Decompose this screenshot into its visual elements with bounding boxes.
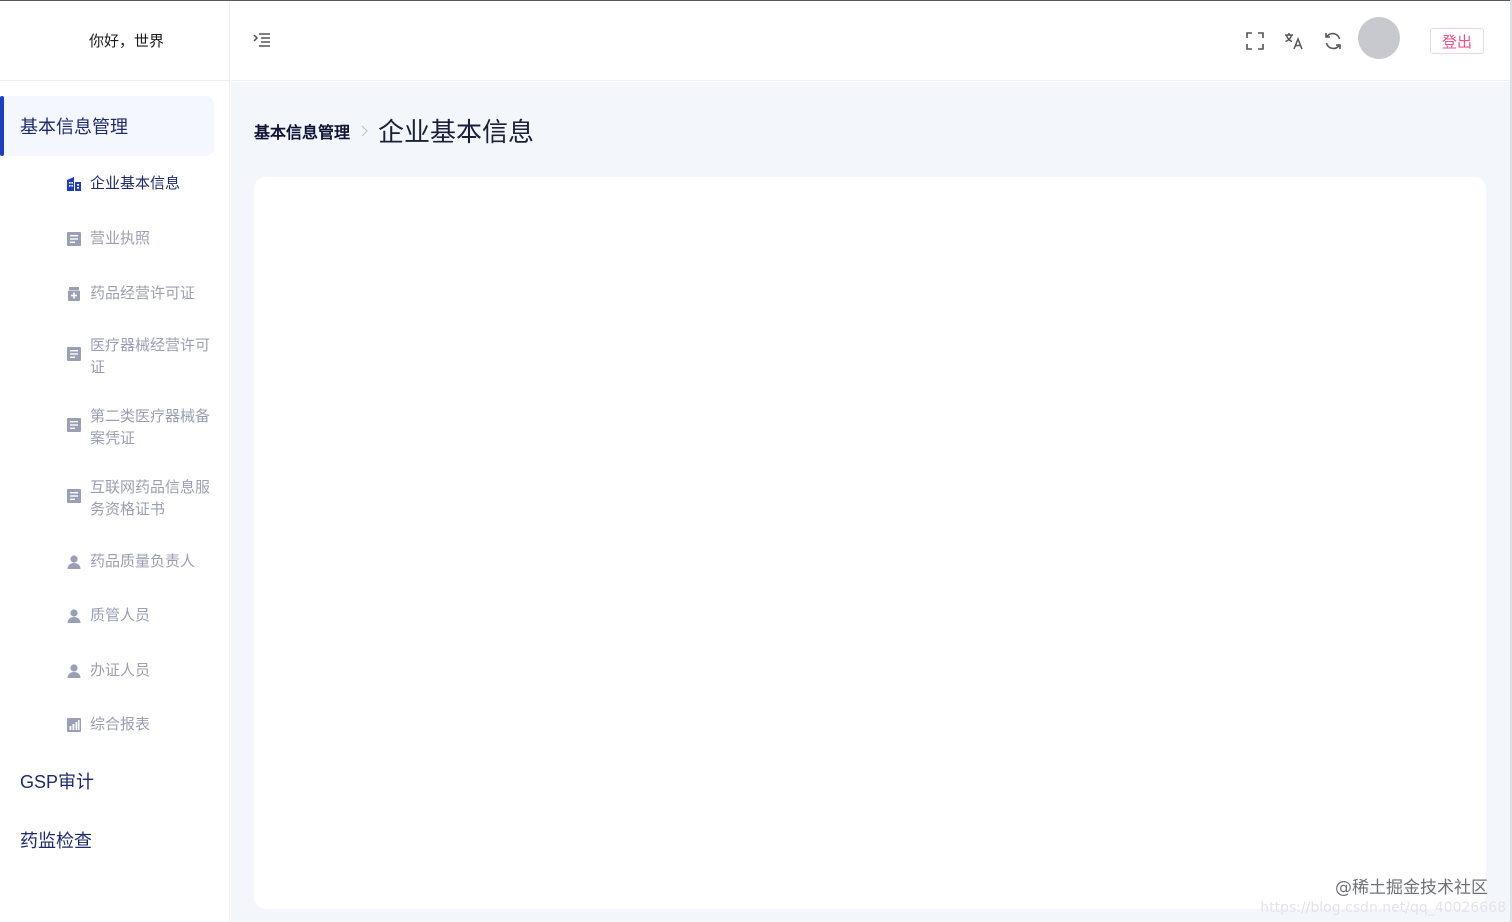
submenu-item-internet-cert[interactable]: 互联网药品信息服务资格证书 xyxy=(66,477,211,521)
user-icon xyxy=(67,555,81,569)
breadcrumb-parent[interactable]: 基本信息管理 xyxy=(254,119,350,143)
logout-button[interactable]: 登出 xyxy=(1430,28,1484,54)
submenu-label: 办证人员 xyxy=(90,662,151,679)
submenu-label: 第二类医疗器械备案凭证 xyxy=(90,408,211,447)
menu-fold-icon[interactable] xyxy=(251,29,273,51)
refresh-icon[interactable] xyxy=(1323,31,1343,51)
submenu-label: 质管人员 xyxy=(90,607,151,624)
document-icon xyxy=(67,489,81,503)
submenu-item-report[interactable]: 综合报表 xyxy=(66,714,211,736)
menu-group-drug-inspection[interactable]: 药监检查 xyxy=(0,825,92,855)
submenu-item-device-filing[interactable]: 第二类医疗器械备案凭证 xyxy=(66,406,211,450)
building-icon xyxy=(67,177,81,191)
chevron-right-icon xyxy=(361,125,368,136)
submenu-item-drug-license[interactable]: 药品经营许可证 xyxy=(66,283,211,305)
submenu-item-business-license[interactable]: 营业执照 xyxy=(66,228,211,250)
document-icon xyxy=(67,418,81,432)
submenu-item-device-license[interactable]: 医疗器械经营许可证 xyxy=(66,335,211,379)
menu-group-label: 基本信息管理 xyxy=(20,117,128,137)
watermark-text: @稀土掘金技术社区 xyxy=(1335,878,1488,898)
topbar: 登出 xyxy=(231,1,1510,81)
submenu-item-license-staff[interactable]: 办证人员 xyxy=(66,660,211,682)
page-title: 企业基本信息 xyxy=(378,117,535,147)
submenu-label: 药品经营许可证 xyxy=(90,285,196,302)
sidebar: 你好，世界 基本信息管理 企业基本信息 营业执照 药品经营许可证 医疗器械经营许… xyxy=(0,1,230,922)
avatar[interactable] xyxy=(1358,17,1400,59)
submenu-item-quality-staff[interactable]: 质管人员 xyxy=(66,605,211,627)
watermark-url: https://blog.csdn.net/qq_40026668 xyxy=(1260,900,1506,916)
submenu-item-enterprise-info[interactable]: 企业基本信息 xyxy=(66,173,211,195)
submenu-label: 营业执照 xyxy=(90,230,151,247)
menu-group-gsp-audit[interactable]: GSP审计 xyxy=(0,766,94,796)
medicine-icon xyxy=(68,287,80,301)
document-icon xyxy=(67,232,81,246)
content-card xyxy=(254,177,1486,909)
submenu-item-quality-manager[interactable]: 药品质量负责人 xyxy=(66,551,211,573)
chart-icon xyxy=(67,718,81,732)
breadcrumb: 基本信息管理 企业基本信息 xyxy=(254,112,534,149)
menu-group-label: 药监检查 xyxy=(20,831,92,851)
menu-group-label: GSP审计 xyxy=(20,772,95,792)
submenu-label: 企业基本信息 xyxy=(90,175,181,192)
fullscreen-icon[interactable] xyxy=(1245,31,1265,51)
user-icon xyxy=(67,609,81,623)
user-icon xyxy=(67,664,81,678)
submenu-label: 综合报表 xyxy=(90,716,151,733)
main-content: 基本信息管理 企业基本信息 xyxy=(231,82,1510,922)
sidebar-header: 你好，世界 xyxy=(0,1,229,81)
greeting-text: 你好，世界 xyxy=(88,33,164,50)
submenu-label: 互联网药品信息服务资格证书 xyxy=(90,479,211,518)
translate-icon[interactable] xyxy=(1284,31,1304,51)
menu-group-basic-info[interactable]: 基本信息管理 xyxy=(0,111,128,141)
document-icon xyxy=(67,347,81,361)
submenu-label: 医疗器械经营许可证 xyxy=(90,337,211,376)
submenu-label: 药品质量负责人 xyxy=(90,553,196,570)
